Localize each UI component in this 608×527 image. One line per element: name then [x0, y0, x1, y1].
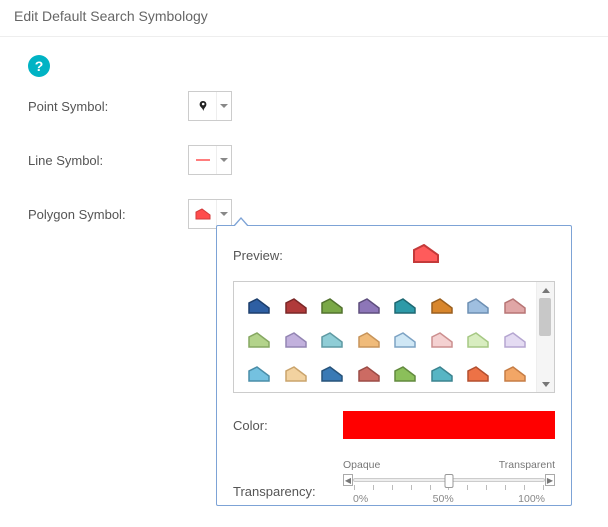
swatch-14[interactable] [461, 324, 496, 356]
slider-step-left[interactable]: ◀ [343, 474, 353, 486]
swatch-12[interactable] [388, 324, 423, 356]
swatch-3[interactable] [352, 290, 387, 322]
scroll-down-button[interactable] [537, 376, 554, 392]
line-symbol-label: Line Symbol: [28, 153, 188, 168]
line-symbol-preview [189, 146, 217, 174]
polygon-symbol-popup: Preview: Color: [216, 225, 572, 506]
swatch-13[interactable] [425, 324, 460, 356]
point-symbol-preview [189, 92, 217, 120]
line-symbol-picker[interactable] [188, 145, 232, 175]
point-symbol-row: Point Symbol: [28, 91, 592, 121]
slider-step-right[interactable]: ▶ [545, 474, 555, 486]
point-symbol-dropdown[interactable] [217, 92, 231, 120]
swatch-6[interactable] [461, 290, 496, 322]
tick-0: 0% [353, 493, 368, 505]
transparency-slider-wrap: Opaque Transparent ◀ [343, 459, 555, 505]
swatch-23[interactable] [498, 358, 533, 390]
preview-symbol [413, 244, 439, 267]
swatch-20[interactable] [388, 358, 423, 390]
swatch-1[interactable] [279, 290, 314, 322]
pin-icon [196, 100, 210, 112]
swatch-19[interactable] [352, 358, 387, 390]
slider-track[interactable] [353, 478, 545, 482]
swatch-scrollbar[interactable] [536, 282, 554, 392]
swatch-22[interactable] [461, 358, 496, 390]
swatch-5[interactable] [425, 290, 460, 322]
swatch-4[interactable] [388, 290, 423, 322]
slider-thumb[interactable] [445, 474, 454, 488]
slider-end-transparent: Transparent [499, 459, 555, 471]
swatch-7[interactable] [498, 290, 533, 322]
scroll-thumb[interactable] [539, 298, 551, 336]
dialog-title: Edit Default Search Symbology [0, 0, 608, 37]
line-symbol-row: Line Symbol: [28, 145, 592, 175]
swatch-grid [234, 282, 536, 392]
line-icon [196, 159, 210, 161]
dialog-body: ? Point Symbol: Line Symbol: Polygon Sym… [0, 37, 608, 229]
polygon-symbol-dropdown[interactable] [217, 200, 231, 228]
swatch-15[interactable] [498, 324, 533, 356]
swatch-11[interactable] [352, 324, 387, 356]
swatch-17[interactable] [279, 358, 314, 390]
color-row: Color: [233, 411, 555, 439]
slider-end-opaque: Opaque [343, 459, 380, 471]
swatch-9[interactable] [279, 324, 314, 356]
scroll-up-button[interactable] [537, 282, 554, 298]
scroll-track[interactable] [537, 298, 554, 376]
swatch-21[interactable] [425, 358, 460, 390]
transparency-row: Transparency: Opaque Transparent ◀ [233, 459, 555, 505]
swatch-10[interactable] [315, 324, 350, 356]
swatch-2[interactable] [315, 290, 350, 322]
swatch-8[interactable] [242, 324, 277, 356]
polygon-preview-icon [413, 244, 439, 264]
tick-100: 100% [518, 493, 545, 505]
preview-row: Preview: [233, 244, 555, 267]
swatch-18[interactable] [315, 358, 350, 390]
polygon-symbol-label: Polygon Symbol: [28, 207, 188, 222]
point-symbol-label: Point Symbol: [28, 99, 188, 114]
swatch-0[interactable] [242, 290, 277, 322]
tick-50: 50% [433, 493, 454, 505]
polygon-icon [195, 208, 211, 220]
help-icon[interactable]: ? [28, 55, 50, 77]
preview-label: Preview: [233, 248, 353, 263]
color-label: Color: [233, 418, 343, 433]
swatch-16[interactable] [242, 358, 277, 390]
line-symbol-dropdown[interactable] [217, 146, 231, 174]
transparency-label: Transparency: [233, 484, 343, 505]
point-symbol-picker[interactable] [188, 91, 232, 121]
swatch-list [233, 281, 555, 393]
color-swatch[interactable] [343, 411, 555, 439]
polygon-symbol-preview [189, 200, 217, 228]
